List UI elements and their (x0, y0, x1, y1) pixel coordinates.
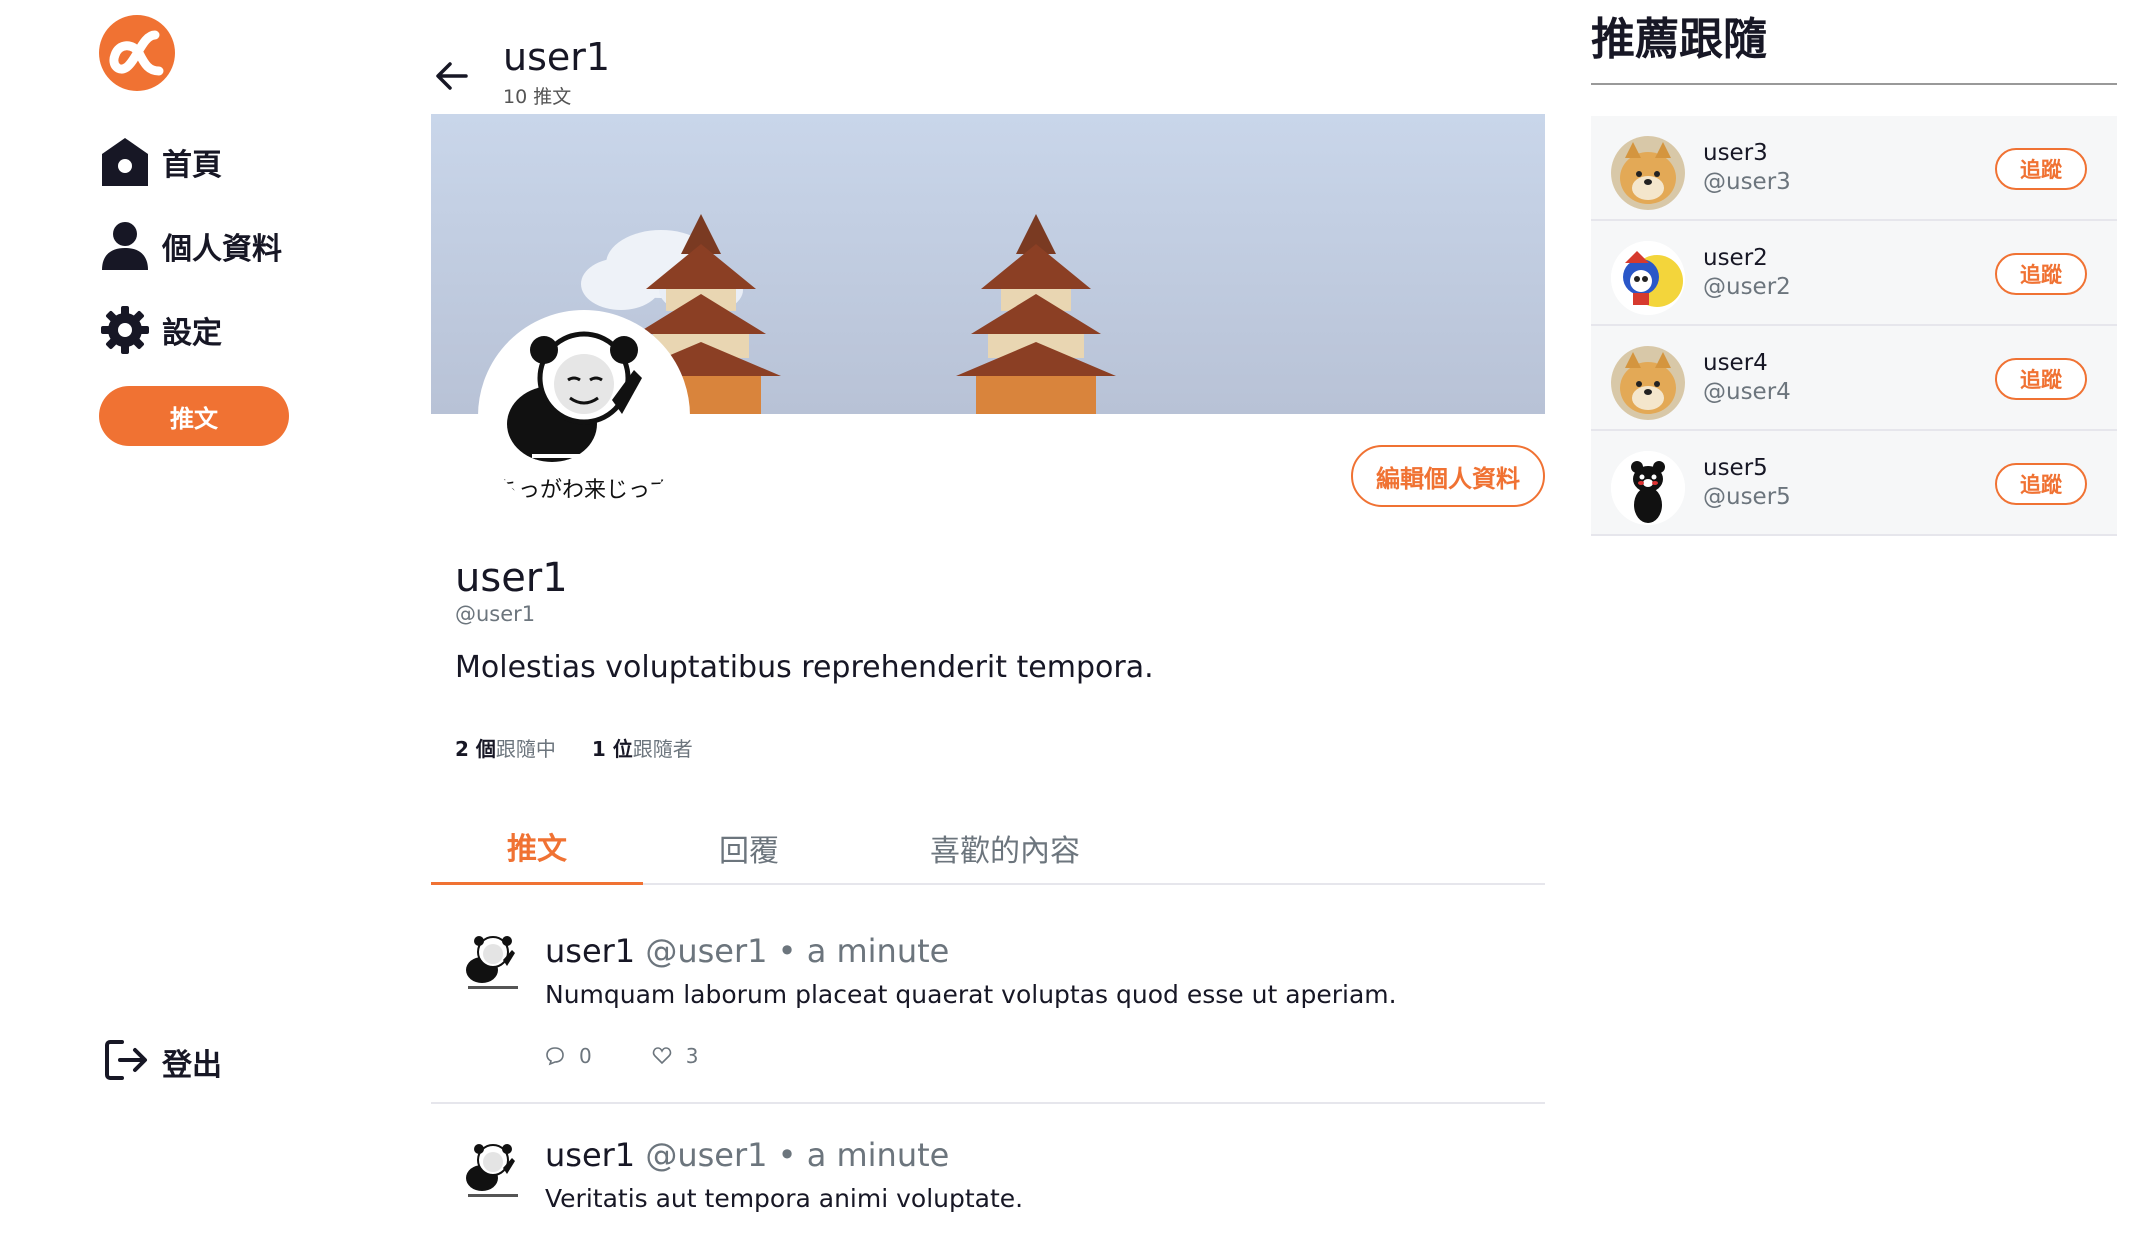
nav-settings-label: 設定 (162, 316, 222, 351)
profile-handle: @user1 (455, 602, 536, 626)
profile-name: user1 (455, 555, 568, 601)
followers-stat[interactable]: 1 位跟隨者 (592, 733, 693, 762)
gear-icon (98, 303, 152, 357)
recommend-list: user3 @user3 追蹤 user2 @user2 追蹤 user4 @u… (1591, 116, 2117, 536)
brand-logo-icon[interactable] (97, 13, 177, 93)
profile-avatar: ちっがわ来じっず (478, 310, 690, 522)
recommend-item: user2 @user2 追蹤 (1591, 221, 2117, 326)
recommend-handle: @user2 (1703, 274, 1791, 300)
user-icon (98, 219, 152, 273)
back-arrow-icon[interactable] (434, 58, 470, 94)
tweet-avatar[interactable] (458, 930, 528, 1000)
tweet-time: • a minute (777, 1136, 950, 1174)
followers-label: 跟隨者 (632, 737, 693, 761)
recommend-avatar[interactable] (1611, 451, 1685, 525)
tweet-item[interactable]: user1 @user1 • a minute Veritatis aut te… (431, 1106, 1545, 1240)
nav-item-home[interactable]: 首頁 (98, 132, 222, 192)
recommend-avatar[interactable] (1611, 241, 1685, 315)
header-tweet-count: 10 推文 (503, 86, 572, 108)
follow-button[interactable]: 追蹤 (1995, 463, 2087, 505)
recommend-avatar[interactable] (1611, 346, 1685, 420)
recommend-name[interactable]: user2 (1703, 245, 1768, 271)
like-action[interactable]: 3 (652, 1044, 699, 1068)
tweet-header: user1 @user1 • a minute (545, 1136, 949, 1174)
reply-icon (546, 1047, 564, 1066)
reply-count: 0 (579, 1044, 592, 1068)
recommend-item: user3 @user3 追蹤 (1591, 116, 2117, 221)
recommend-name[interactable]: user3 (1703, 140, 1768, 166)
follow-button[interactable]: 追蹤 (1995, 148, 2087, 190)
tweet-author-name[interactable]: user1 (545, 932, 635, 970)
like-count: 3 (685, 1044, 699, 1068)
tweet-author-handle: @user1 (645, 1136, 768, 1174)
recommend-handle: @user3 (1703, 169, 1791, 195)
tweet-text: Numquam laborum placeat quaerat voluptas… (545, 980, 1397, 1009)
tweet-text: Veritatis aut tempora animi voluptate. (545, 1184, 1024, 1213)
recommend-avatar[interactable] (1611, 136, 1685, 210)
pagoda-right (956, 214, 1116, 414)
profile-bio: Molestias voluptatibus reprehenderit tem… (455, 650, 1154, 685)
recommend-handle: @user5 (1703, 484, 1791, 510)
nav-home-label: 首頁 (162, 148, 222, 183)
tweet-author-name[interactable]: user1 (545, 1136, 635, 1174)
edit-profile-button[interactable]: 編輯個人資料 (1351, 445, 1545, 507)
followers-count: 1 位 (591, 737, 633, 761)
recommend-name[interactable]: user5 (1703, 455, 1768, 481)
nav-item-settings[interactable]: 設定 (98, 300, 222, 360)
tweet-time: • a minute (777, 932, 950, 970)
nav-item-profile[interactable]: 個人資料 (98, 216, 282, 276)
tweet-item[interactable]: user1 @user1 • a minute Numquam laborum … (431, 888, 1545, 1104)
logout-label: 登出 (162, 1048, 222, 1083)
recommend-item: user5 @user5 追蹤 (1591, 431, 2117, 536)
follow-button[interactable]: 追蹤 (1995, 253, 2087, 295)
recommend-name[interactable]: user4 (1703, 350, 1768, 376)
following-count: 2 個 (455, 737, 496, 761)
tab-tweets[interactable]: 推文 (431, 810, 643, 885)
reply-action[interactable]: 0 (545, 1044, 592, 1068)
tweet-author-handle: @user1 (645, 932, 768, 970)
recommend-divider (1591, 83, 2117, 85)
tweet-actions: 0 3 (545, 1044, 698, 1068)
profile-stats: 2 個跟隨中 1 位跟隨者 (455, 733, 693, 762)
recommend-title: 推薦跟隨 (1591, 14, 1767, 65)
follow-button[interactable]: 追蹤 (1995, 358, 2087, 400)
recommend-item: user4 @user4 追蹤 (1591, 326, 2117, 431)
tab-replies[interactable]: 回覆 (643, 810, 855, 885)
tweet-button[interactable]: 推文 (99, 386, 289, 446)
profile-tabs: 推文 回覆 喜歡的內容 (431, 810, 1545, 885)
logout-button[interactable]: 登出 (104, 1038, 222, 1086)
home-icon (98, 135, 152, 189)
tweet-header: user1 @user1 • a minute (545, 932, 949, 970)
heart-icon (652, 1047, 671, 1065)
header-user-name: user1 (503, 35, 611, 79)
profile-avatar-caption: ちっがわ来じっず (495, 478, 672, 503)
recommend-handle: @user4 (1703, 379, 1791, 405)
tab-likes[interactable]: 喜歡的內容 (855, 810, 1155, 885)
following-label: 跟隨中 (495, 737, 556, 761)
logout-icon (104, 1038, 148, 1086)
tweet-avatar[interactable] (458, 1138, 528, 1208)
nav-profile-label: 個人資料 (162, 232, 282, 267)
following-stat[interactable]: 2 個跟隨中 (455, 733, 556, 762)
